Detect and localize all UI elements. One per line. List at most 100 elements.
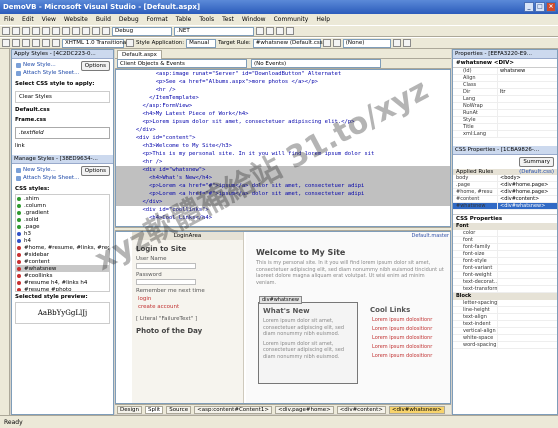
copy-icon[interactable] xyxy=(62,27,70,35)
new-project-icon[interactable] xyxy=(2,27,10,35)
undo-icon[interactable] xyxy=(82,27,90,35)
property-row[interactable]: Title xyxy=(453,124,557,131)
property-value[interactable] xyxy=(497,96,557,102)
save-icon[interactable] xyxy=(32,27,40,35)
align-center-icon[interactable] xyxy=(402,39,411,47)
property-value[interactable] xyxy=(497,110,557,116)
css-property-value[interactable] xyxy=(497,244,557,250)
menu-edit[interactable]: Edit xyxy=(22,16,34,23)
clear-styles-item[interactable]: Clear Styles xyxy=(15,91,110,103)
property-row[interactable]: Style xyxy=(453,117,557,124)
css-style-item[interactable]: #coollinks xyxy=(16,272,109,279)
css-style-item[interactable]: .solid xyxy=(16,216,109,223)
toolbox-strip[interactable] xyxy=(0,49,10,415)
platform-select[interactable]: .NET xyxy=(174,26,254,36)
css-property-row[interactable]: font-family xyxy=(453,244,557,251)
uncomment-icon[interactable] xyxy=(52,39,60,47)
code-line[interactable]: <p>This is my personal site. In it you w… xyxy=(116,150,450,158)
client-objects-select[interactable]: Client Objects & Events xyxy=(117,59,247,68)
applied-rule-row[interactable]: #home, #resu <div#home.page> xyxy=(453,189,557,196)
property-value[interactable]: ltr xyxy=(497,89,557,95)
css-property-value[interactable] xyxy=(497,321,557,327)
property-row[interactable]: (Id) whatsnew xyxy=(453,68,557,75)
tab-default-aspx[interactable]: Default.aspx xyxy=(117,50,162,59)
css-style-item[interactable]: .shim xyxy=(16,195,109,202)
open-file-icon[interactable] xyxy=(22,27,30,35)
css-property-row[interactable]: text-indent xyxy=(453,321,557,328)
code-line[interactable]: <div id="content"> xyxy=(116,134,450,142)
property-value[interactable] xyxy=(497,75,557,81)
code-line[interactable]: <asp:image runat="Server" id="DownloadBu… xyxy=(116,70,450,78)
property-value[interactable] xyxy=(497,117,557,123)
menu-format[interactable]: Format xyxy=(147,16,168,23)
css-property-row[interactable]: font-variant xyxy=(453,265,557,272)
css-icon[interactable] xyxy=(126,39,134,47)
css-style-item[interactable]: h3 xyxy=(16,230,109,237)
css-style-item[interactable]: .column xyxy=(16,202,109,209)
css-property-value[interactable] xyxy=(497,314,557,320)
css-property-row[interactable]: text-decorat... xyxy=(453,279,557,286)
manage-new-style-link[interactable]: New Style... xyxy=(15,166,110,174)
add-item-icon[interactable] xyxy=(12,27,20,35)
property-value[interactable] xyxy=(497,131,557,137)
css-style-item[interactable]: #content xyxy=(16,258,109,265)
menu-window[interactable]: Window xyxy=(242,16,266,23)
find-icon[interactable] xyxy=(256,27,264,35)
code-line[interactable]: <hr /> xyxy=(116,86,450,94)
code-line[interactable]: <h4>What's New</h4> xyxy=(116,174,450,182)
property-value[interactable] xyxy=(497,124,557,130)
css-property-row[interactable]: font-style xyxy=(453,258,557,265)
css-property-row[interactable]: line-height xyxy=(453,307,557,314)
code-line[interactable]: </div> xyxy=(116,126,450,134)
toolbox-icon[interactable] xyxy=(286,27,294,35)
comment-icon[interactable] xyxy=(42,39,50,47)
apply-new-style-link[interactable]: New Style... xyxy=(15,61,110,69)
code-line[interactable]: <p>Lorem <a href="#">ipsum</a> dolor sit… xyxy=(116,190,450,198)
css-style-item[interactable]: #sidebar xyxy=(16,251,109,258)
property-row[interactable]: xml:Lang xyxy=(453,131,557,138)
applied-rule-row[interactable]: #whatsnew <div#whatsnew> xyxy=(453,203,557,210)
code-line[interactable]: <h4>Cool Links</h4> xyxy=(116,214,450,222)
cut-icon[interactable] xyxy=(52,27,60,35)
code-line[interactable]: <p>Lorem ipsum dolor sit amet, consectet… xyxy=(116,118,450,126)
css-style-item[interactable]: #home, #resume, #links, #regi xyxy=(16,244,109,251)
font-icon[interactable] xyxy=(332,39,341,47)
coollink-item[interactable]: Lorem ipsum dolositionr xyxy=(372,335,450,341)
outdent-icon[interactable] xyxy=(22,39,30,47)
css-property-value[interactable] xyxy=(497,272,557,278)
css-property-row[interactable]: text-transform xyxy=(453,286,557,293)
coollink-item[interactable]: Lorem ipsum dolositionr xyxy=(372,353,450,359)
css-property-value[interactable] xyxy=(497,251,557,257)
code-line[interactable]: <p>Lorem <a href="#">ipsum</a> dolor sit… xyxy=(116,182,450,190)
textfield-style-item[interactable]: .textfield xyxy=(15,127,110,139)
solution-config-select[interactable]: Debug xyxy=(112,26,172,36)
source-editor[interactable]: <asp:image runat="Server" id="DownloadBu… xyxy=(115,69,451,227)
manage-attach-stylesheet-link[interactable]: Attach Style Sheet... xyxy=(15,174,110,182)
login-link[interactable]: login xyxy=(138,296,243,302)
css-property-value[interactable] xyxy=(497,307,557,313)
css-property-row[interactable]: text-align xyxy=(453,314,557,321)
doctype-select[interactable]: XHTML 1.0 Transitional ( xyxy=(62,38,132,48)
css-style-item[interactable]: h4 xyxy=(16,237,109,244)
css-style-item[interactable]: .gradient xyxy=(16,209,109,216)
whatsnew-div[interactable]: div#whatsnew What's New Lorem ipsum dolo… xyxy=(258,296,358,384)
css-property-value[interactable] xyxy=(497,286,557,292)
align-left-icon[interactable] xyxy=(392,39,401,47)
css-property-row[interactable]: font-weight xyxy=(453,272,557,279)
css-property-value[interactable] xyxy=(497,265,557,271)
properties-icon[interactable] xyxy=(276,27,284,35)
applied-rule-row[interactable]: body <body> xyxy=(453,175,557,182)
css-property-value[interactable] xyxy=(497,230,557,236)
target-rule-select[interactable]: #whatsnew (Default.css xyxy=(252,38,323,48)
css-property-row[interactable]: font xyxy=(453,237,557,244)
applied-rule-row[interactable]: #content <div#content> xyxy=(453,196,557,203)
coollink-item[interactable]: Lorem ipsum dolositionr xyxy=(372,317,450,323)
menu-test[interactable]: Test xyxy=(222,16,234,23)
crumb-content[interactable]: <div#content> xyxy=(336,405,386,414)
code-line[interactable]: <hr /> xyxy=(116,158,450,166)
close-button[interactable]: × xyxy=(546,2,556,12)
css-property-row[interactable]: word-spacing xyxy=(453,342,557,349)
property-row[interactable]: Lang xyxy=(453,96,557,103)
css-property-value[interactable] xyxy=(497,328,557,334)
property-row[interactable]: Align xyxy=(453,75,557,82)
